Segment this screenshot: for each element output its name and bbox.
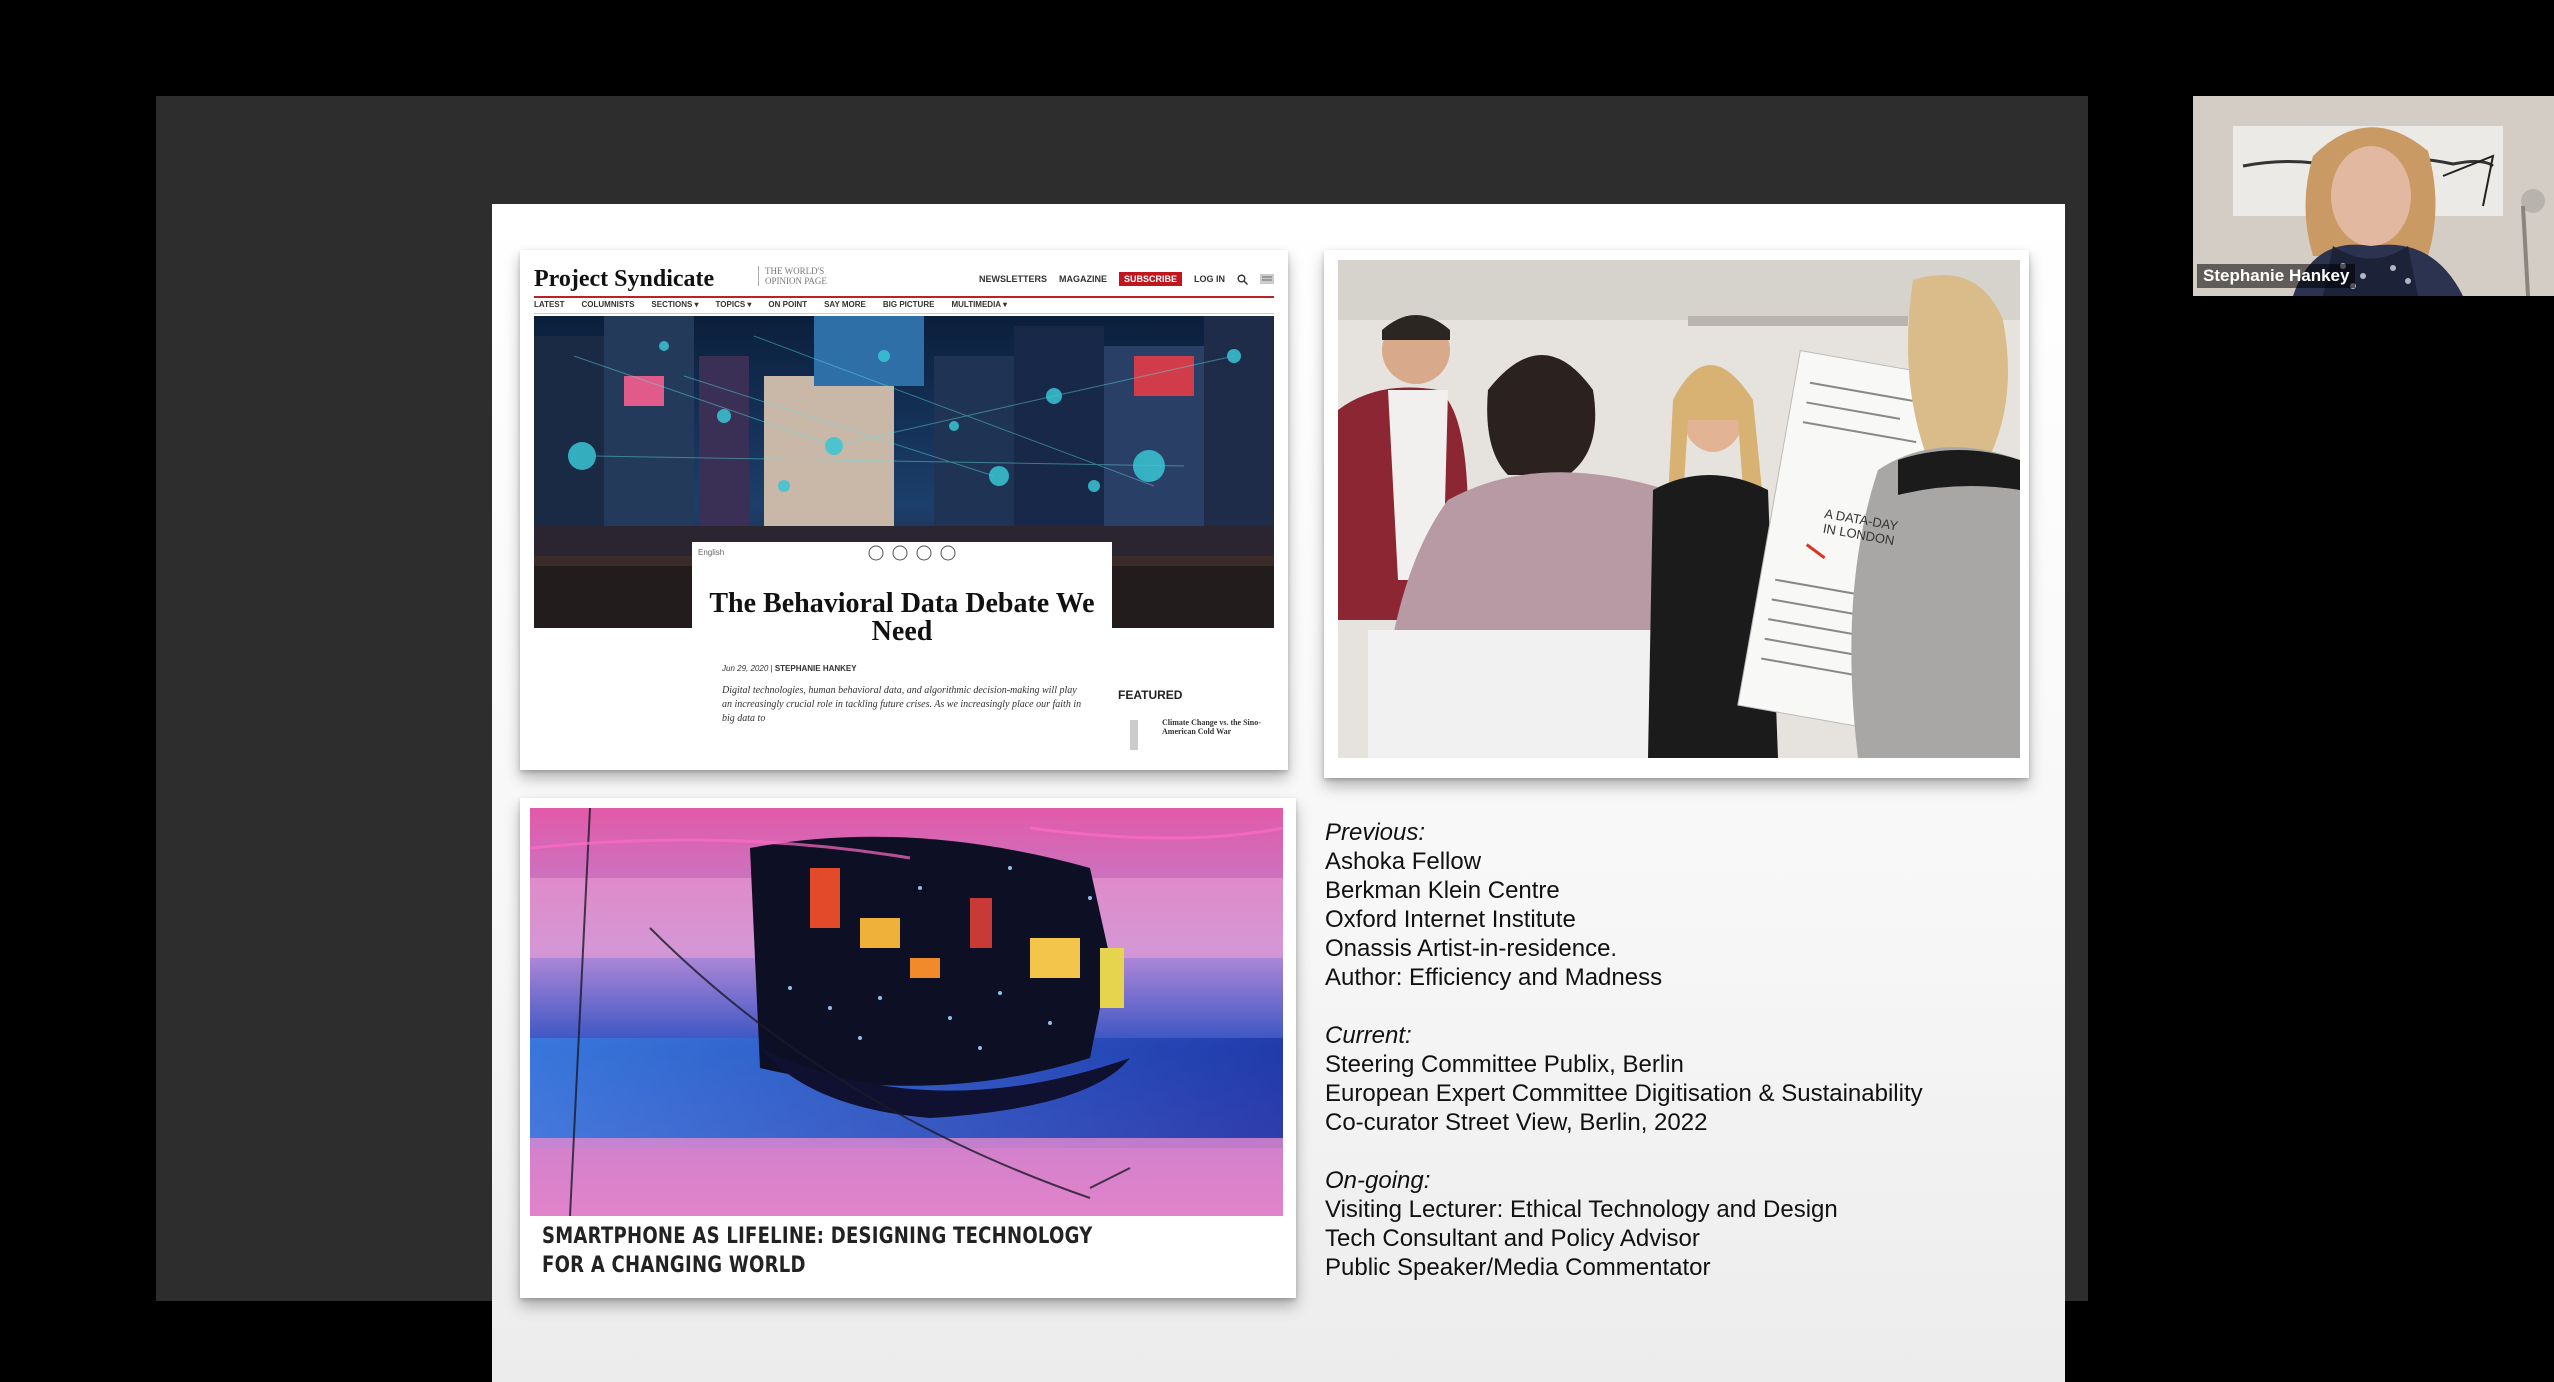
- previous-item: Ashoka Fellow: [1325, 848, 1482, 875]
- subscribe-button[interactable]: SUBSCRIBE: [1118, 272, 1182, 286]
- bio-text: Previous: Ashoka Fellow Berkman Klein Ce…: [1325, 818, 2025, 1311]
- nav-big-picture[interactable]: BIG PICTURE: [883, 300, 935, 309]
- nav-magazine[interactable]: MAGAZINE: [1059, 274, 1107, 284]
- featured-thumbnail: [1130, 720, 1138, 750]
- site-logo: Project Syndicate: [534, 266, 715, 292]
- ongoing-heading: On-going:: [1325, 1167, 1431, 1194]
- artwork-caption: SMARTPHONE AS LIFELINE: DESIGNING TECHNO…: [542, 1224, 1093, 1278]
- nav-columnists[interactable]: COLUMNISTS: [582, 300, 635, 309]
- article-header: Project Syndicate THE WORLD'S OPINION PA…: [534, 262, 1274, 298]
- current-item: Co-curator Street View, Berlin, 2022: [1325, 1109, 1708, 1136]
- article-screenshot-card: Project Syndicate THE WORLD'S OPINION PA…: [520, 250, 1288, 770]
- featured-label: FEATURED: [1118, 688, 1183, 702]
- current-item: European Expert Committee Digitisation &…: [1325, 1080, 1923, 1107]
- current-heading: Current:: [1325, 1022, 1412, 1049]
- article-excerpt: Digital technologies, human behavioral d…: [722, 685, 1082, 724]
- nav-login[interactable]: LOG IN: [1194, 274, 1225, 284]
- social-share-icons[interactable]: [868, 545, 978, 561]
- previous-item: Oxford Internet Institute: [1325, 906, 1576, 933]
- nav-sections[interactable]: SECTIONS ▾: [651, 300, 698, 309]
- presentation-slide: Project Syndicate THE WORLD'S OPINION PA…: [492, 204, 2065, 1382]
- search-icon[interactable]: [1237, 274, 1248, 285]
- article-main-nav: LATEST COLUMNISTS SECTIONS ▾ TOPICS ▾ ON…: [534, 300, 1274, 314]
- participant-video-tile[interactable]: Stephanie Hankey: [2193, 96, 2554, 296]
- screen-share-area: Project Syndicate THE WORLD'S OPINION PA…: [156, 96, 2088, 1382]
- artwork-card: SMARTPHONE AS LIFELINE: DESIGNING TECHNO…: [520, 798, 1296, 1298]
- participant-name-label: Stephanie Hankey: [2197, 264, 2356, 288]
- article-title-panel: English The Behavioral Data Debate We Ne…: [692, 542, 1112, 770]
- previous-item: Berkman Klein Centre: [1325, 877, 1560, 904]
- previous-item: Onassis Artist-in-residence.: [1325, 935, 1618, 962]
- ongoing-section: On-going: Visiting Lecturer: Ethical Tec…: [1325, 1166, 2025, 1282]
- previous-item: Author: Efficiency and Madness: [1325, 964, 1663, 991]
- nav-topics[interactable]: TOPICS ▾: [716, 300, 752, 309]
- ongoing-item: Public Speaker/Media Commentator: [1325, 1254, 1711, 1281]
- share-row: English: [692, 542, 1112, 564]
- previous-heading: Previous:: [1325, 819, 1426, 846]
- artwork-image: [530, 808, 1283, 1216]
- article-date: Jun 29, 2020: [722, 664, 769, 673]
- article-meta: Jun 29, 2020 | STEPHANIE HANKEY: [722, 664, 857, 673]
- ongoing-item: Visiting Lecturer: Ethical Technology an…: [1325, 1196, 1838, 1223]
- article-top-nav: NEWSLETTERS MAGAZINE SUBSCRIBE LOG IN: [979, 272, 1274, 286]
- nav-newsletters[interactable]: NEWSLETTERS: [979, 274, 1047, 284]
- previous-section: Previous: Ashoka Fellow Berkman Klein Ce…: [1325, 818, 2025, 992]
- nav-latest[interactable]: LATEST: [534, 300, 565, 309]
- featured-item[interactable]: Climate Change vs. the Sino-American Col…: [1162, 718, 1282, 736]
- language-selector[interactable]: English: [698, 548, 724, 557]
- nav-multimedia[interactable]: MULTIMEDIA ▾: [951, 300, 1007, 309]
- site-tagline: THE WORLD'S OPINION PAGE: [758, 266, 855, 286]
- workshop-photo: A DATA-DAY IN LONDON: [1338, 260, 2020, 758]
- nav-on-point[interactable]: ON POINT: [768, 300, 807, 309]
- current-item: Steering Committee Publix, Berlin: [1325, 1051, 1684, 1078]
- current-section: Current: Steering Committee Publix, Berl…: [1325, 1021, 2025, 1137]
- article-author[interactable]: STEPHANIE HANKEY: [775, 664, 857, 673]
- article-title[interactable]: The Behavioral Data Debate We Need: [706, 590, 1098, 646]
- nav-say-more[interactable]: SAY MORE: [824, 300, 866, 309]
- menu-icon[interactable]: [1260, 274, 1274, 284]
- ongoing-item: Tech Consultant and Policy Advisor: [1325, 1225, 1700, 1252]
- workshop-photo-card: A DATA-DAY IN LONDON: [1324, 250, 2029, 778]
